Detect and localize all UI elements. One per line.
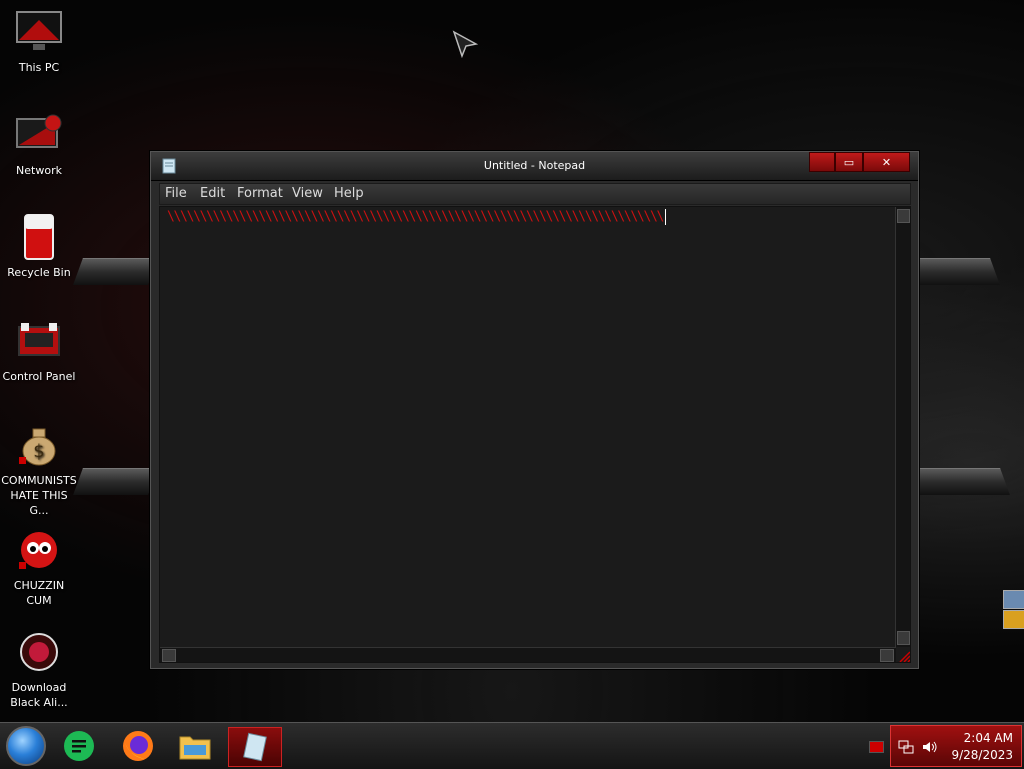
minimize-button[interactable] — [809, 152, 835, 172]
editor-content: \\\\\\\\\\\\\\\\\\\\\\\\\\\\\\\\\\\\\\\\… — [167, 209, 667, 225]
recycle-bin-icon — [15, 213, 63, 261]
text-caret — [665, 209, 667, 225]
system-tray: 2:04 AM 9/28/2023 — [890, 725, 1022, 767]
menu-format[interactable]: Format — [237, 186, 283, 201]
maximize-icon: ▭ — [843, 155, 855, 169]
scroll-left-arrow[interactable] — [162, 649, 176, 662]
notepad-window: Untitled - Notepad ▭ ✕ File Edit Format … — [150, 151, 919, 669]
scroll-up-arrow[interactable] — [897, 209, 910, 223]
firefox-icon — [123, 731, 153, 761]
taskbar-notepad[interactable] — [228, 727, 282, 767]
menu-bar: File Edit Format View Help — [159, 183, 911, 205]
control-panel-icon — [15, 317, 63, 365]
editor-text: \\\\\\\\\\\\\\\\\\\\\\\\\\\\\\\\\\\\\\\\… — [167, 209, 664, 225]
start-button[interactable] — [4, 726, 48, 766]
taskbar: 2:04 AM 9/28/2023 — [0, 722, 1024, 769]
menu-edit[interactable]: Edit — [200, 186, 225, 201]
menu-view[interactable]: View — [292, 186, 323, 201]
desktop-icon-download-black-ali[interactable]: Download Black Ali... — [0, 628, 78, 710]
vertical-scrollbar[interactable] — [895, 207, 910, 647]
close-icon: ✕ — [881, 155, 892, 169]
taskbar-file-explorer[interactable] — [173, 727, 217, 765]
text-editor[interactable]: \\\\\\\\\\\\\\\\\\\\\\\\\\\\\\\\\\\\\\\\… — [159, 206, 911, 663]
desktop-icon-label: Control Panel — [2, 370, 76, 383]
network-icon — [15, 111, 63, 159]
window-title: Untitled - Notepad — [483, 159, 586, 172]
desktop-icon-chuzzin[interactable]: CHUZZIN CUM — [0, 526, 78, 608]
horizontal-scrollbar[interactable] — [160, 647, 896, 662]
menu-help[interactable]: Help — [334, 186, 364, 201]
clock[interactable]: 2:04 AM 9/28/2023 — [951, 730, 1013, 764]
clock-date: 9/28/2023 — [951, 748, 1013, 762]
desktop-icon-network[interactable]: Network — [0, 111, 78, 178]
desktop-icon-this-pc[interactable]: This PC — [0, 8, 78, 75]
wallpaper-bar-left-bottom — [73, 468, 158, 495]
taskbar-sticky-notes[interactable] — [57, 727, 101, 765]
wallpaper-bar-left-top — [73, 258, 158, 285]
desktop-icon-recycle-bin[interactable]: Recycle Bin — [0, 213, 78, 280]
wallpaper-bar-right-bottom — [910, 468, 1010, 495]
desktop-icon-label: COMMUNISTS HATE THIS G... — [1, 474, 77, 517]
download-orb-icon — [15, 628, 63, 676]
notepad-icon — [243, 732, 267, 762]
taskbar-firefox[interactable] — [116, 727, 160, 765]
desktop-icon-label: Recycle Bin — [7, 266, 71, 279]
desktop-icon-label: Network — [16, 164, 62, 177]
close-button[interactable]: ✕ — [863, 152, 910, 172]
notepad-titlebar[interactable]: Untitled - Notepad ▭ ✕ — [151, 152, 918, 181]
tray-flag-icon[interactable] — [869, 741, 884, 753]
menu-file[interactable]: File — [165, 186, 187, 201]
clock-time: 2:04 AM — [963, 731, 1013, 745]
mouse-cursor-icon — [452, 30, 479, 58]
volume-icon[interactable] — [922, 740, 938, 754]
sticky-notes-icon — [64, 731, 94, 761]
file-explorer-icon — [179, 736, 211, 760]
desktop-icon-label: This PC — [18, 61, 60, 74]
money-bag-icon: $ — [15, 421, 63, 469]
chuzzle-icon — [15, 526, 63, 574]
maximize-button[interactable]: ▭ — [835, 152, 863, 172]
scroll-down-arrow[interactable] — [897, 631, 910, 645]
svg-text:$: $ — [33, 441, 44, 462]
desktop-icon-control-panel[interactable]: Control Panel — [0, 317, 78, 384]
scroll-right-arrow[interactable] — [880, 649, 894, 662]
display-widget-icon[interactable] — [1003, 610, 1024, 629]
monitor-icon — [15, 8, 63, 56]
desktop-icon-label: CHUZZIN CUM — [13, 579, 65, 607]
wallpaper-bar-right-top — [910, 258, 1000, 285]
resize-grip-icon[interactable] — [896, 648, 910, 662]
desktop-icon-label: Download Black Ali... — [10, 681, 68, 709]
gear-widget-icon[interactable] — [1003, 590, 1024, 609]
start-orb-icon — [6, 726, 46, 766]
desktop-icon-communists[interactable]: $ COMMUNISTS HATE THIS G... — [0, 421, 78, 518]
network-tray-icon[interactable] — [898, 740, 914, 754]
